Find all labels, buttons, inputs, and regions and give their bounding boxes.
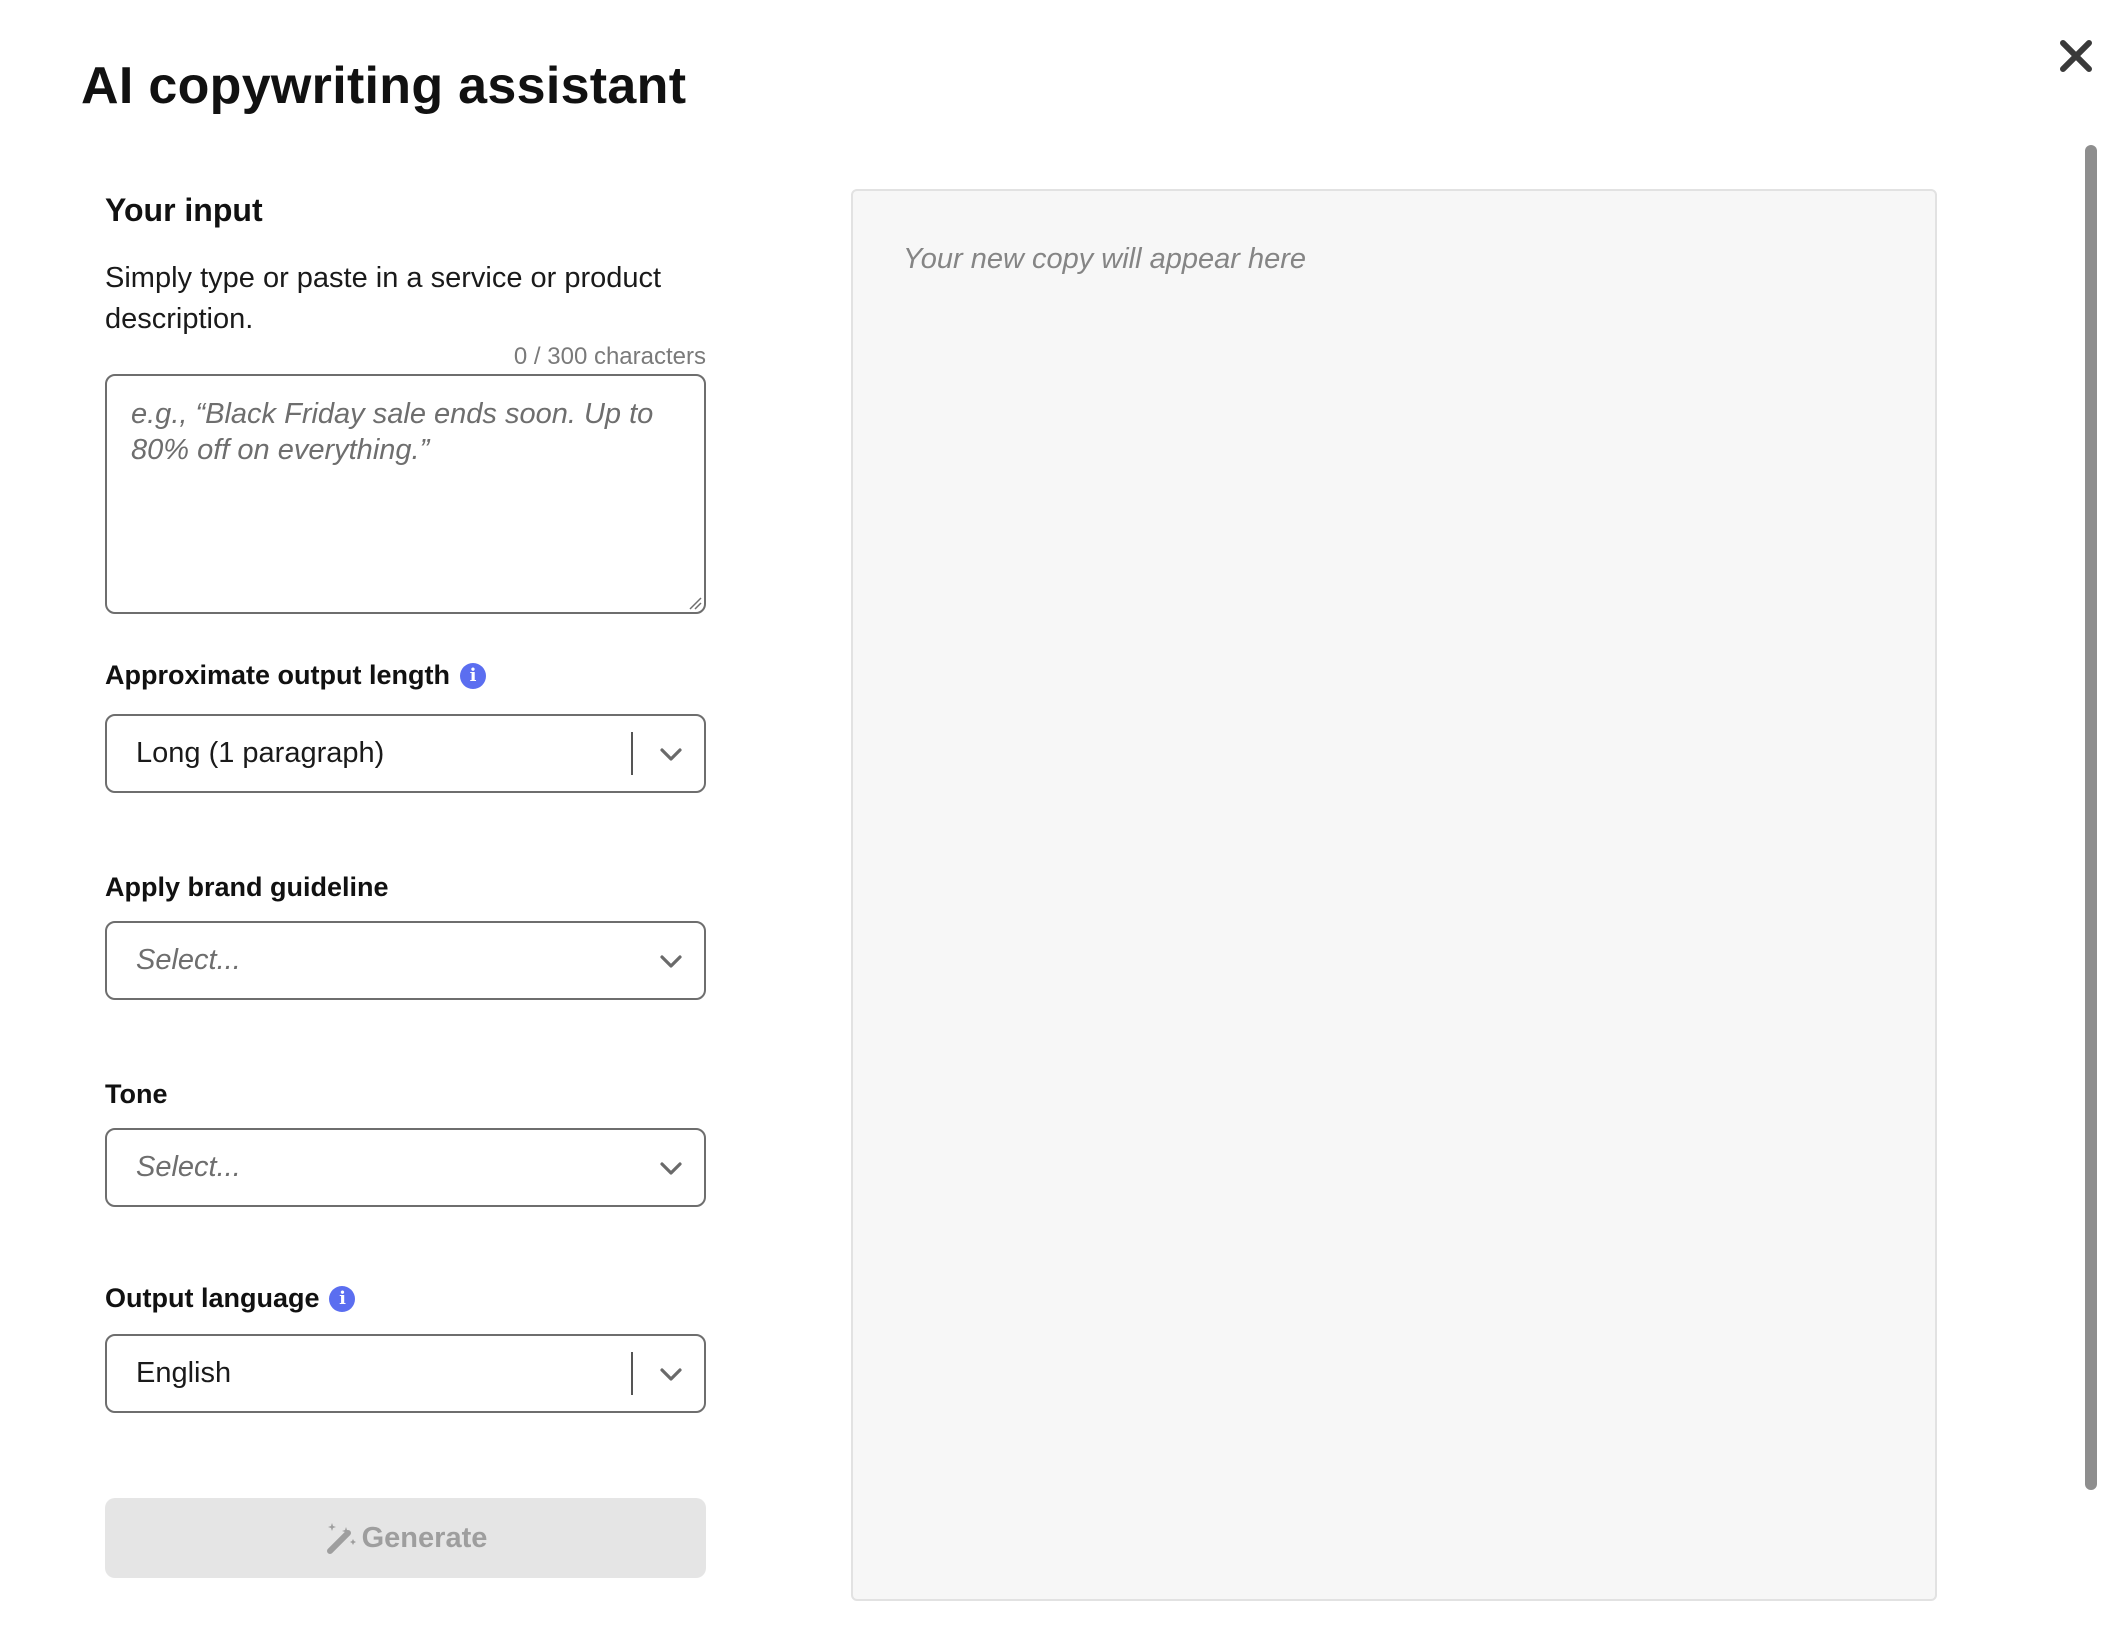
tone-placeholder: Select...: [136, 1151, 241, 1183]
output-language-select[interactable]: English: [105, 1334, 706, 1413]
output-placeholder: Your new copy will appear here: [903, 243, 1307, 275]
character-counter: 0 / 300 characters: [513, 343, 706, 370]
chevron-down-icon: [660, 1368, 682, 1381]
output-length-value: Long (1 paragraph): [136, 737, 385, 769]
close-icon[interactable]: [2058, 38, 2094, 74]
dialog-title: AI copywriting assistant: [81, 57, 687, 115]
scrollbar[interactable]: [2085, 145, 2097, 1490]
tone-select[interactable]: Select...: [105, 1128, 706, 1207]
select-divider: [631, 732, 633, 775]
output-language-value: English: [136, 1357, 232, 1389]
chevron-down-icon: [660, 955, 682, 968]
generate-button[interactable]: Generate: [105, 1498, 706, 1578]
info-icon[interactable]: i: [329, 1285, 356, 1312]
tone-label: Tone: [105, 1079, 168, 1110]
input-description: Simply type or paste in a service or pro…: [105, 262, 662, 335]
ai-copywriting-dialog: AI copywriting assistant Your input Simp…: [0, 0, 2114, 1640]
info-icon[interactable]: i: [459, 662, 486, 689]
output-length-select[interactable]: Long (1 paragraph): [105, 714, 706, 793]
chevron-down-icon: [660, 748, 682, 761]
input-section-heading: Your input: [105, 192, 263, 228]
description-textarea[interactable]: [105, 374, 706, 614]
magic-wand-icon: [326, 1523, 356, 1554]
brand-guideline-label-text: Apply brand guideline: [105, 872, 389, 902]
chevron-down-icon: [660, 1162, 682, 1175]
brand-guideline-placeholder: Select...: [136, 944, 241, 976]
generate-button-label: Generate: [361, 1521, 488, 1554]
select-divider: [631, 1352, 633, 1395]
brand-guideline-select[interactable]: Select...: [105, 921, 706, 1000]
output-panel: Your new copy will appear here: [851, 189, 1937, 1601]
brand-guideline-label: Apply brand guideline: [105, 872, 389, 903]
resize-grip-icon[interactable]: [688, 596, 702, 610]
output-language-label-text: Output language: [105, 1283, 320, 1313]
output-length-label: Approximate output length i: [105, 660, 486, 691]
output-language-label: Output language i: [105, 1283, 356, 1314]
tone-label-text: Tone: [105, 1079, 168, 1109]
output-length-label-text: Approximate output length: [105, 660, 450, 690]
